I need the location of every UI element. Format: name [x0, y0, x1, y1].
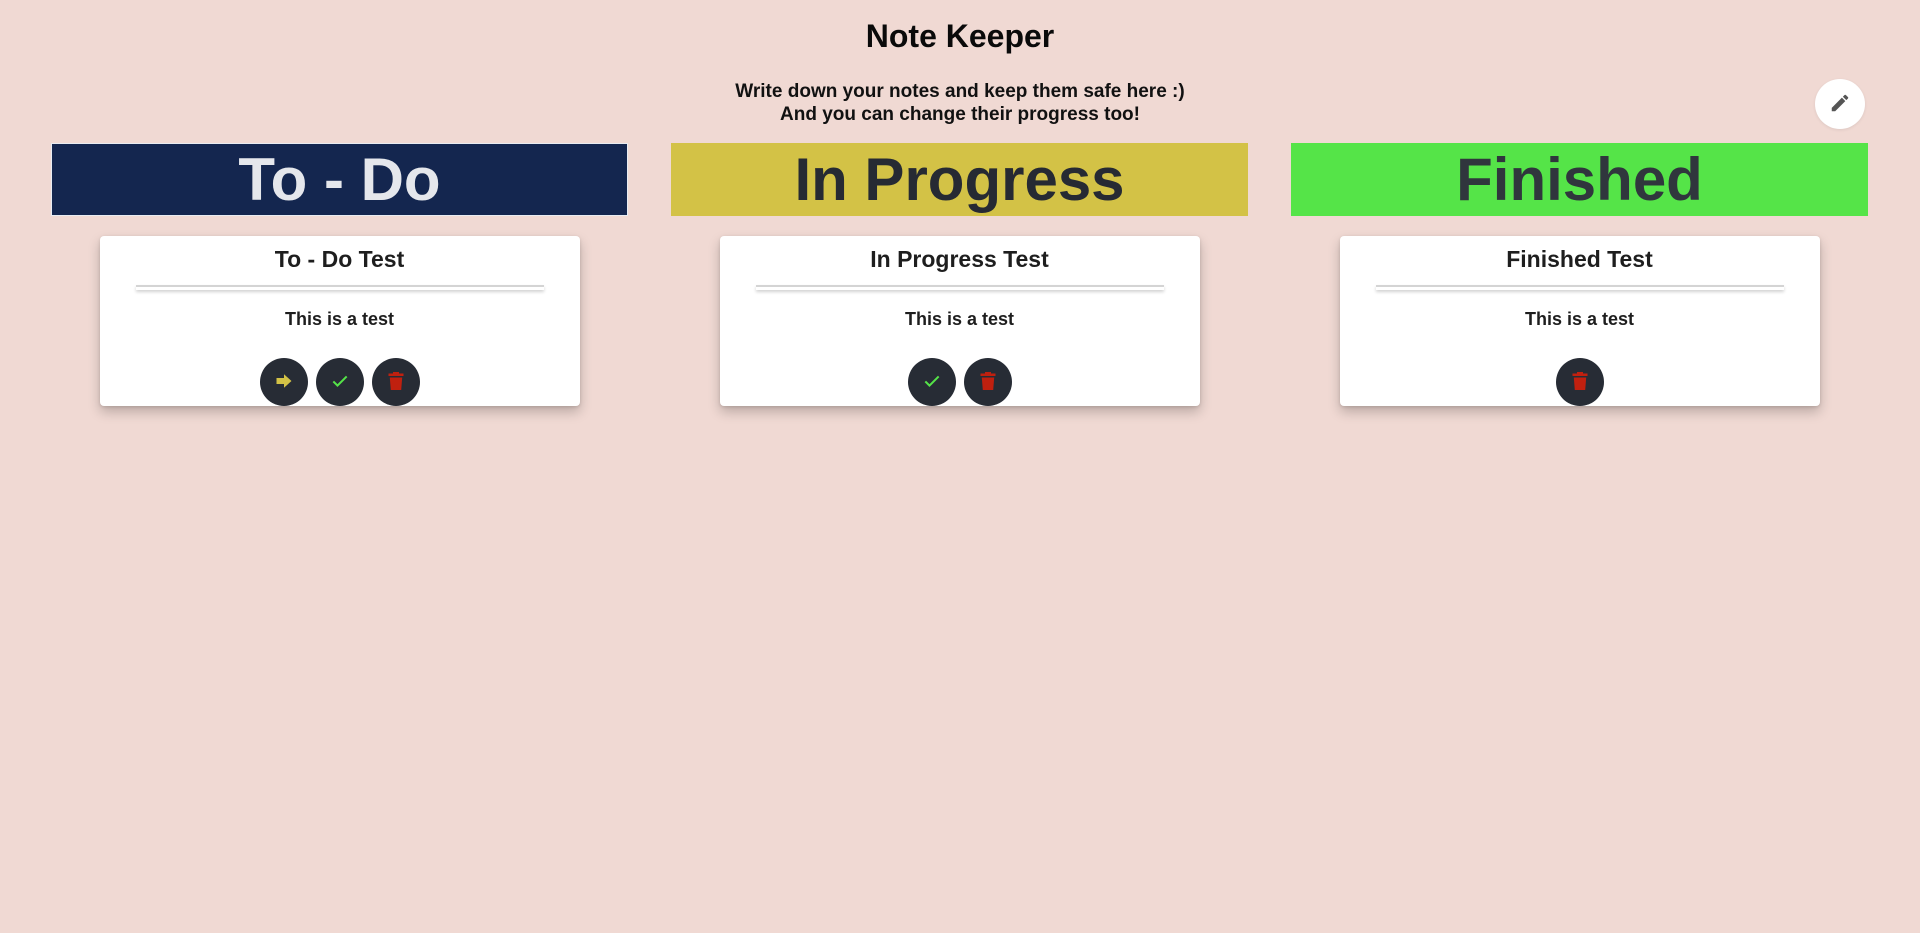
column-header-finished: Finished [1291, 143, 1868, 216]
subtitle-line-2: And you can change their progress too! [780, 104, 1140, 125]
column-header-todo: To - Do [51, 143, 628, 216]
check-icon [922, 371, 942, 394]
mark-finished-button[interactable] [315, 358, 364, 406]
trash-icon [1572, 371, 1588, 393]
note-card: To - Do Test This is a test [99, 236, 580, 406]
note-divider [1375, 285, 1784, 290]
note-body: This is a test [284, 309, 395, 329]
delete-note-button[interactable] [371, 358, 420, 406]
note-actions [720, 358, 1200, 406]
note-card: In Progress Test This is a test [719, 236, 1200, 406]
trash-icon [980, 371, 996, 393]
note-title: In Progress Test [870, 246, 1049, 272]
note-actions [1340, 358, 1820, 406]
column-todo: To - Do To - Do Test This is a test [51, 143, 628, 406]
mark-finished-button[interactable] [907, 358, 956, 406]
new-note-button[interactable] [1815, 79, 1865, 129]
app-title: Note Keeper [865, 18, 1055, 54]
note-body: This is a test [1524, 309, 1635, 329]
note-divider [755, 285, 1164, 290]
move-to-in-progress-button[interactable] [259, 358, 308, 406]
arrow-right-icon [275, 372, 293, 393]
note-keeper-page: Note Keeper Write down your notes and ke… [0, 0, 1920, 933]
delete-note-button[interactable] [1555, 358, 1604, 406]
note-title: To - Do Test [274, 246, 405, 272]
pencil-icon [1829, 92, 1851, 117]
trash-icon [388, 371, 404, 393]
note-actions [100, 358, 580, 406]
subtitle-line-1: Write down your notes and keep them safe… [735, 81, 1185, 102]
note-body: This is a test [904, 309, 1015, 329]
app-subtitle: Write down your notes and keep them safe… [0, 80, 1920, 126]
note-divider [135, 285, 544, 290]
delete-note-button[interactable] [963, 358, 1012, 406]
note-card: Finished Test This is a test [1339, 236, 1820, 406]
column-header-in-progress: In Progress [671, 143, 1248, 216]
note-title: Finished Test [1506, 246, 1653, 272]
check-icon [330, 371, 350, 394]
column-in-progress: In Progress In Progress Test This is a t… [671, 143, 1248, 406]
column-finished: Finished Finished Test This is a test [1291, 143, 1868, 406]
